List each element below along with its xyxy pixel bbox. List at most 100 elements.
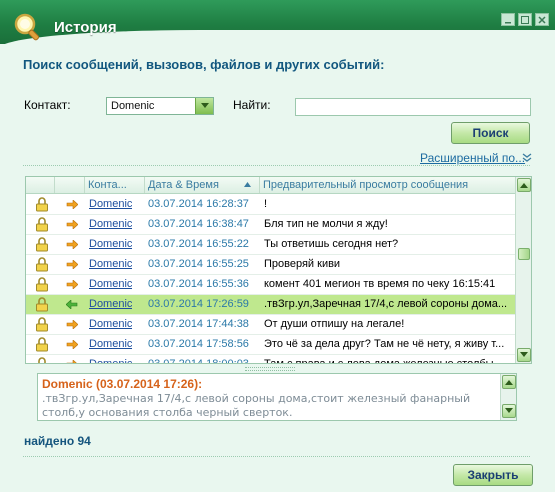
scroll-up-button[interactable]: [517, 178, 531, 192]
column-header-direction[interactable]: [55, 177, 85, 193]
lock-icon: [36, 217, 48, 232]
close-button[interactable]: Закрыть: [453, 464, 533, 486]
history-table[interactable]: Конта... Дата & Время Предварительный пр…: [25, 176, 532, 364]
window-title: История: [54, 19, 117, 36]
arrow-up-icon: [520, 183, 528, 188]
incoming-arrow-icon: [66, 200, 78, 209]
table-row[interactable]: Domenic 03.07.2014 16:55:36 комент 401 мег…: [26, 275, 516, 295]
divider: [23, 456, 530, 457]
chevron-down-icon[interactable]: [195, 98, 213, 114]
row-preview: комент 401 мегион тв время по чеку 16:15…: [264, 278, 496, 290]
row-preview: Ты ответишь сегодня нет?: [264, 238, 399, 250]
minimize-icon: [505, 21, 511, 23]
column-header-preview[interactable]: Предварительный просмотр сообщения: [260, 177, 516, 193]
row-preview: Там с права и с лева дома железные столб…: [264, 358, 503, 364]
row-contact-link[interactable]: Domenic: [89, 298, 132, 310]
row-contact-link[interactable]: Domenic: [89, 338, 132, 350]
row-contact-link[interactable]: Domenic: [89, 218, 132, 230]
table-row[interactable]: Domenic 03.07.2014 18:00:03 Там с права и …: [26, 355, 516, 364]
table-row[interactable]: Domenic 03.07.2014 16:38:47 Бля тип не мол…: [26, 215, 516, 235]
lock-icon: [36, 297, 48, 312]
lock-icon: [36, 257, 48, 272]
table-header: Конта... Дата & Время Предварительный пр…: [26, 177, 516, 194]
scroll-down-button[interactable]: [517, 348, 531, 362]
row-datetime: 03.07.2014 16:55:22: [148, 238, 249, 250]
maximize-icon: [521, 15, 529, 24]
row-preview: Это чё за дела друг? Там не чё нету, я ж…: [264, 338, 505, 350]
incoming-arrow-icon: [66, 240, 78, 249]
table-row[interactable]: Domenic 03.07.2014 16:55:22 Ты ответишь се…: [26, 235, 516, 255]
outgoing-arrow-icon: [66, 300, 78, 309]
incoming-arrow-icon: [66, 360, 77, 363]
preview-scroll-down-button[interactable]: [502, 404, 516, 418]
table-row[interactable]: Domenic 03.07.2014 17:44:38 От души отпишу…: [26, 315, 516, 335]
row-preview: !: [264, 198, 268, 210]
arrow-up-icon: [505, 380, 513, 385]
find-label: Найти:: [233, 98, 271, 112]
row-contact-link[interactable]: Domenic: [89, 198, 132, 210]
search-button[interactable]: Поиск: [451, 122, 530, 144]
row-contact-link[interactable]: Domenic: [89, 358, 132, 363]
row-preview: Проверяй киви: [264, 258, 341, 270]
row-datetime: 03.07.2014 17:58:56: [148, 338, 249, 350]
lock-icon: [36, 337, 48, 352]
search-heading: Поиск сообщений, вызовов, файлов и други…: [23, 57, 385, 72]
lock-icon: [36, 277, 48, 292]
advanced-search-link[interactable]: Расширенный по...: [420, 151, 525, 165]
arrow-down-icon: [520, 352, 528, 357]
row-datetime: 03.07.2014 16:38:47: [148, 218, 249, 230]
double-chevron-down-icon[interactable]: [522, 153, 532, 163]
column-header-contact[interactable]: Конта...: [85, 177, 145, 193]
column-header-datetime[interactable]: Дата & Время: [145, 177, 260, 193]
table-row[interactable]: Domenic 03.07.2014 17:58:56 Это чё за дела…: [26, 335, 516, 355]
close-window-button[interactable]: [535, 13, 549, 26]
search-input[interactable]: [295, 98, 531, 116]
table-row[interactable]: Domenic 03.07.2014 16:28:37!: [26, 195, 516, 215]
incoming-arrow-icon: [66, 340, 78, 349]
preview-header: Domenic (03.07.2014 17:26):: [42, 377, 203, 391]
close-icon: [538, 15, 546, 24]
row-contact-link[interactable]: Domenic: [89, 238, 132, 250]
lock-icon: [36, 197, 48, 212]
magnifier-icon: [14, 13, 40, 41]
incoming-arrow-icon: [66, 220, 78, 229]
vertical-scrollbar[interactable]: [515, 177, 531, 363]
row-preview: .твЗгр.ул,Заречная 17/4,с левой сороны д…: [264, 298, 508, 310]
column-header-status[interactable]: [26, 177, 55, 193]
row-datetime: 03.07.2014 16:55:25: [148, 258, 249, 270]
lock-icon: [38, 357, 46, 363]
incoming-arrow-icon: [66, 260, 78, 269]
splitter-grip[interactable]: [245, 367, 295, 371]
row-contact-link[interactable]: Domenic: [89, 278, 132, 290]
lock-icon: [36, 317, 48, 332]
row-datetime: 03.07.2014 16:55:36: [148, 278, 249, 290]
divider: [23, 165, 530, 166]
contact-dropdown-value: Domenic: [111, 100, 155, 112]
arrow-down-icon: [505, 408, 513, 413]
table-row[interactable]: Domenic 03.07.2014 17:26:59 .твЗгр.ул,Заре…: [26, 295, 516, 315]
message-preview-pane[interactable]: Domenic (03.07.2014 17:26): .твЗгр.ул,За…: [37, 373, 517, 421]
row-datetime: 03.07.2014 17:26:59: [148, 298, 249, 310]
scroll-thumb[interactable]: [518, 248, 530, 260]
table-row[interactable]: Domenic 03.07.2014 16:55:25 Проверяй киви: [26, 255, 516, 275]
results-count: найдено 94: [24, 434, 91, 448]
lock-icon: [36, 237, 48, 252]
row-datetime: 03.07.2014 16:28:37: [148, 198, 249, 210]
contact-dropdown[interactable]: Domenic: [106, 97, 214, 115]
row-contact-link[interactable]: Domenic: [89, 318, 132, 330]
column-header-datetime-label: Дата & Время: [148, 179, 219, 191]
preview-scrollbar[interactable]: [500, 374, 516, 420]
incoming-arrow-icon: [66, 320, 78, 329]
row-preview: От души отпишу на легале!: [264, 318, 405, 330]
row-datetime: 03.07.2014 17:44:38: [148, 318, 249, 330]
minimize-button[interactable]: [501, 13, 515, 26]
row-datetime: 03.07.2014 18:00:03: [148, 358, 249, 364]
incoming-arrow-icon: [66, 280, 78, 289]
preview-body: .твЗгр.ул,Заречная 17/4,с левой сороны д…: [42, 392, 471, 419]
maximize-button[interactable]: [518, 13, 532, 26]
preview-scroll-up-button[interactable]: [502, 375, 516, 389]
row-contact-link[interactable]: Domenic: [89, 258, 132, 270]
row-preview: Бля тип не молчи я жду!: [264, 218, 388, 230]
contact-label: Контакт:: [24, 98, 71, 112]
sort-ascending-icon: [244, 182, 251, 187]
